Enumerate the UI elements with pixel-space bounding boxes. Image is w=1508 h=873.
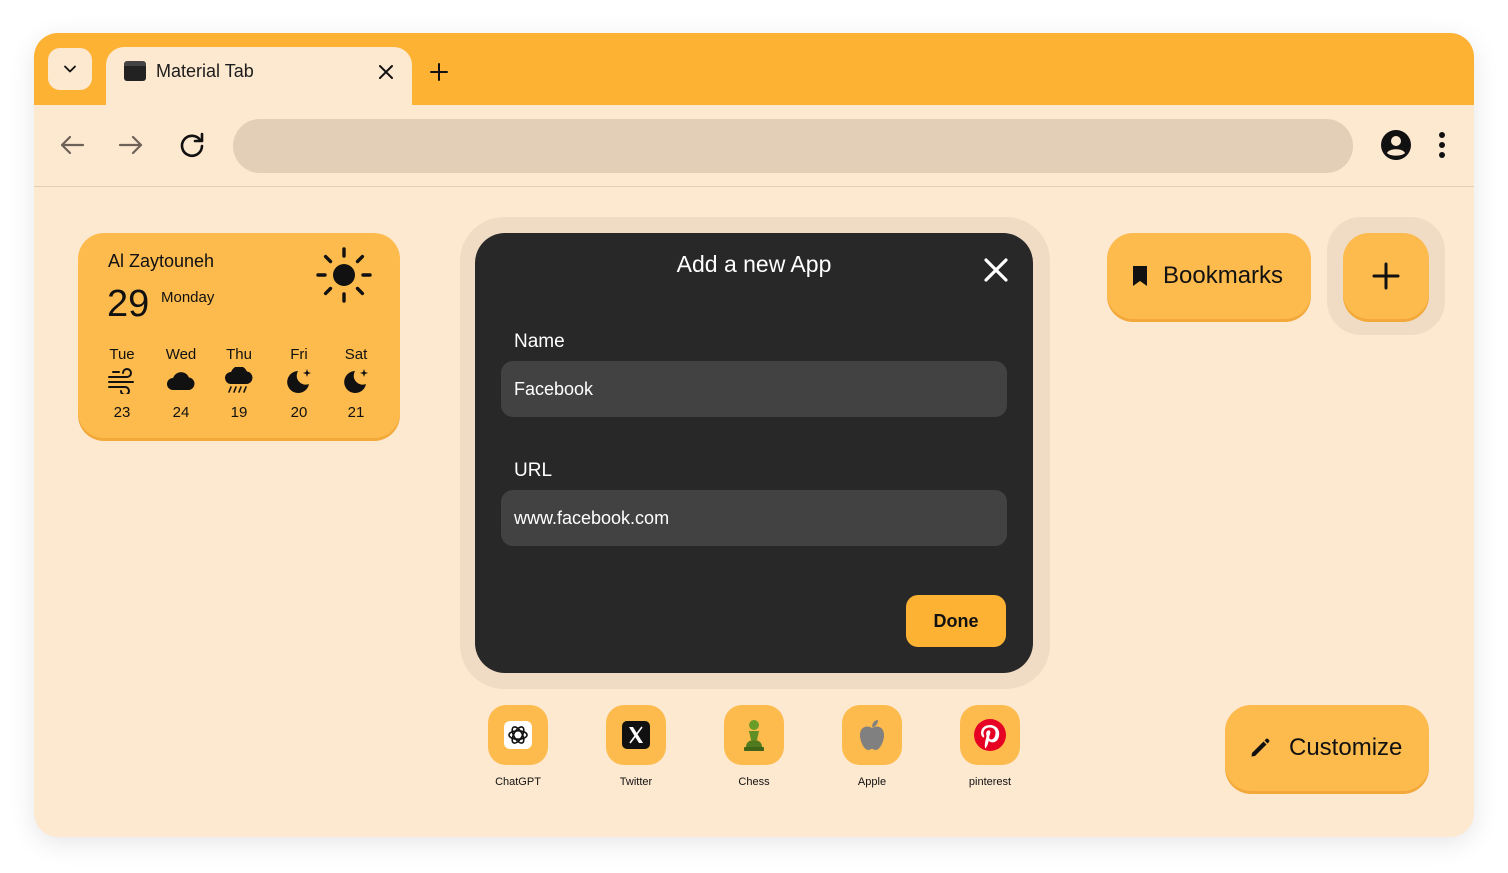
bookmarks-label: Bookmarks (1163, 262, 1284, 289)
plus-icon (430, 63, 448, 81)
shortcut-name: ChatGPT (495, 776, 541, 788)
close-icon (984, 258, 1008, 282)
back-button[interactable] (54, 127, 90, 163)
reload-button[interactable] (174, 127, 210, 163)
wind-icon (108, 368, 134, 394)
chatgpt-icon (504, 721, 532, 749)
forecast-day: Sat 21 (334, 346, 378, 421)
shortcut-tile[interactable] (606, 705, 666, 765)
add-app-dialog: Add a new App Name Facebook URL www.face… (475, 233, 1033, 673)
shortcut-name: Apple (857, 776, 887, 788)
close-icon (379, 65, 393, 79)
tab-strip: Material Tab (34, 33, 1474, 107)
pencil-icon (1251, 738, 1270, 757)
forecast-day-label: Sat (344, 346, 368, 363)
tab-close-button[interactable] (374, 60, 398, 84)
weather-widget[interactable]: Al Zaytouneh 29 Monday Tue 23 Wed 24 Thu… (78, 233, 400, 438)
name-input[interactable]: Facebook (501, 361, 1007, 417)
moon-star-icon (287, 369, 311, 393)
shortcut-apple[interactable]: Apple (827, 705, 917, 788)
forward-button[interactable] (113, 127, 149, 163)
x-icon (622, 721, 650, 749)
profile-button[interactable] (1378, 127, 1414, 163)
forecast-temp: 19 (230, 404, 248, 421)
shortcut-tile[interactable] (842, 705, 902, 765)
moon-star-icon (344, 369, 368, 393)
browser-window: Material Tab Al Zaytouneh 29 Monday Tue … (34, 33, 1474, 837)
forecast-day-label: Wed (165, 346, 197, 363)
forecast-temp: 21 (347, 404, 365, 421)
apple-icon (860, 720, 884, 750)
url-field-label: URL (514, 460, 553, 481)
forecast-day: Wed 24 (159, 346, 203, 421)
customize-button[interactable]: Customize (1225, 705, 1429, 791)
browser-toolbar (34, 105, 1474, 187)
forecast-temp: 20 (290, 404, 308, 421)
weather-location: Al Zaytouneh (108, 251, 215, 271)
shortcut-pinterest[interactable]: pinterest (945, 705, 1035, 788)
forecast-day-label: Thu (226, 346, 252, 363)
sun-icon (316, 247, 372, 303)
weather-day: Monday (161, 289, 215, 306)
forecast-day: Thu 19 (217, 346, 261, 421)
forecast-day-label: Tue (109, 346, 135, 363)
shortcut-chatgpt[interactable]: ChatGPT (473, 705, 563, 788)
shortcut-name: Twitter (619, 776, 653, 788)
tab-title: Material Tab (156, 61, 254, 81)
tab-search-button[interactable] (48, 48, 92, 90)
chess-pawn-icon (744, 720, 764, 751)
bookmark-icon (1133, 266, 1147, 286)
customize-label: Customize (1289, 734, 1403, 761)
forecast-temp: 24 (172, 404, 190, 421)
forecast-day: Fri 20 (277, 346, 321, 421)
weather-temperature: 29 (107, 283, 150, 325)
modal-backdrop-frame: Add a new App Name Facebook URL www.face… (460, 217, 1050, 689)
add-button-frame (1327, 217, 1445, 335)
name-field-label: Name (514, 331, 565, 352)
shortcut-chess[interactable]: Chess (709, 705, 799, 788)
more-vertical-icon (1439, 132, 1445, 158)
pinterest-icon (974, 719, 1006, 751)
dialog-close-button[interactable] (983, 257, 1009, 283)
add-app-button[interactable] (1343, 233, 1429, 319)
shortcut-twitter[interactable]: Twitter (591, 705, 681, 788)
done-button[interactable]: Done (906, 595, 1006, 647)
shortcut-name: Chess (738, 776, 770, 788)
cloud-icon (167, 372, 195, 390)
tab-favicon-icon (124, 61, 146, 81)
active-tab[interactable]: Material Tab (106, 47, 412, 107)
arrow-left-icon (60, 135, 85, 155)
forecast-day-label: Fri (290, 346, 308, 363)
reload-icon (180, 132, 204, 158)
shortcut-tile[interactable] (960, 705, 1020, 765)
arrow-right-icon (118, 135, 143, 155)
shortcut-name: pinterest (968, 776, 1012, 788)
more-menu-button[interactable] (1428, 127, 1456, 163)
url-input[interactable]: www.facebook.com (501, 490, 1007, 546)
dialog-title: Add a new App (676, 251, 832, 277)
shortcut-tile[interactable] (724, 705, 784, 765)
address-bar[interactable] (233, 119, 1353, 173)
plus-icon (1372, 262, 1400, 290)
weather-forecast: Tue 23 Wed 24 Thu 19 Fri 20 Sat 21 (100, 346, 382, 426)
account-circle-icon (1381, 130, 1411, 160)
forecast-day: Tue 23 (100, 346, 144, 421)
rain-cloud-icon (225, 367, 253, 393)
shortcut-tile[interactable] (488, 705, 548, 765)
chevron-down-icon (64, 65, 76, 73)
new-tab-button[interactable] (426, 59, 452, 85)
forecast-temp: 23 (113, 404, 131, 421)
bookmarks-button[interactable]: Bookmarks (1107, 233, 1311, 319)
